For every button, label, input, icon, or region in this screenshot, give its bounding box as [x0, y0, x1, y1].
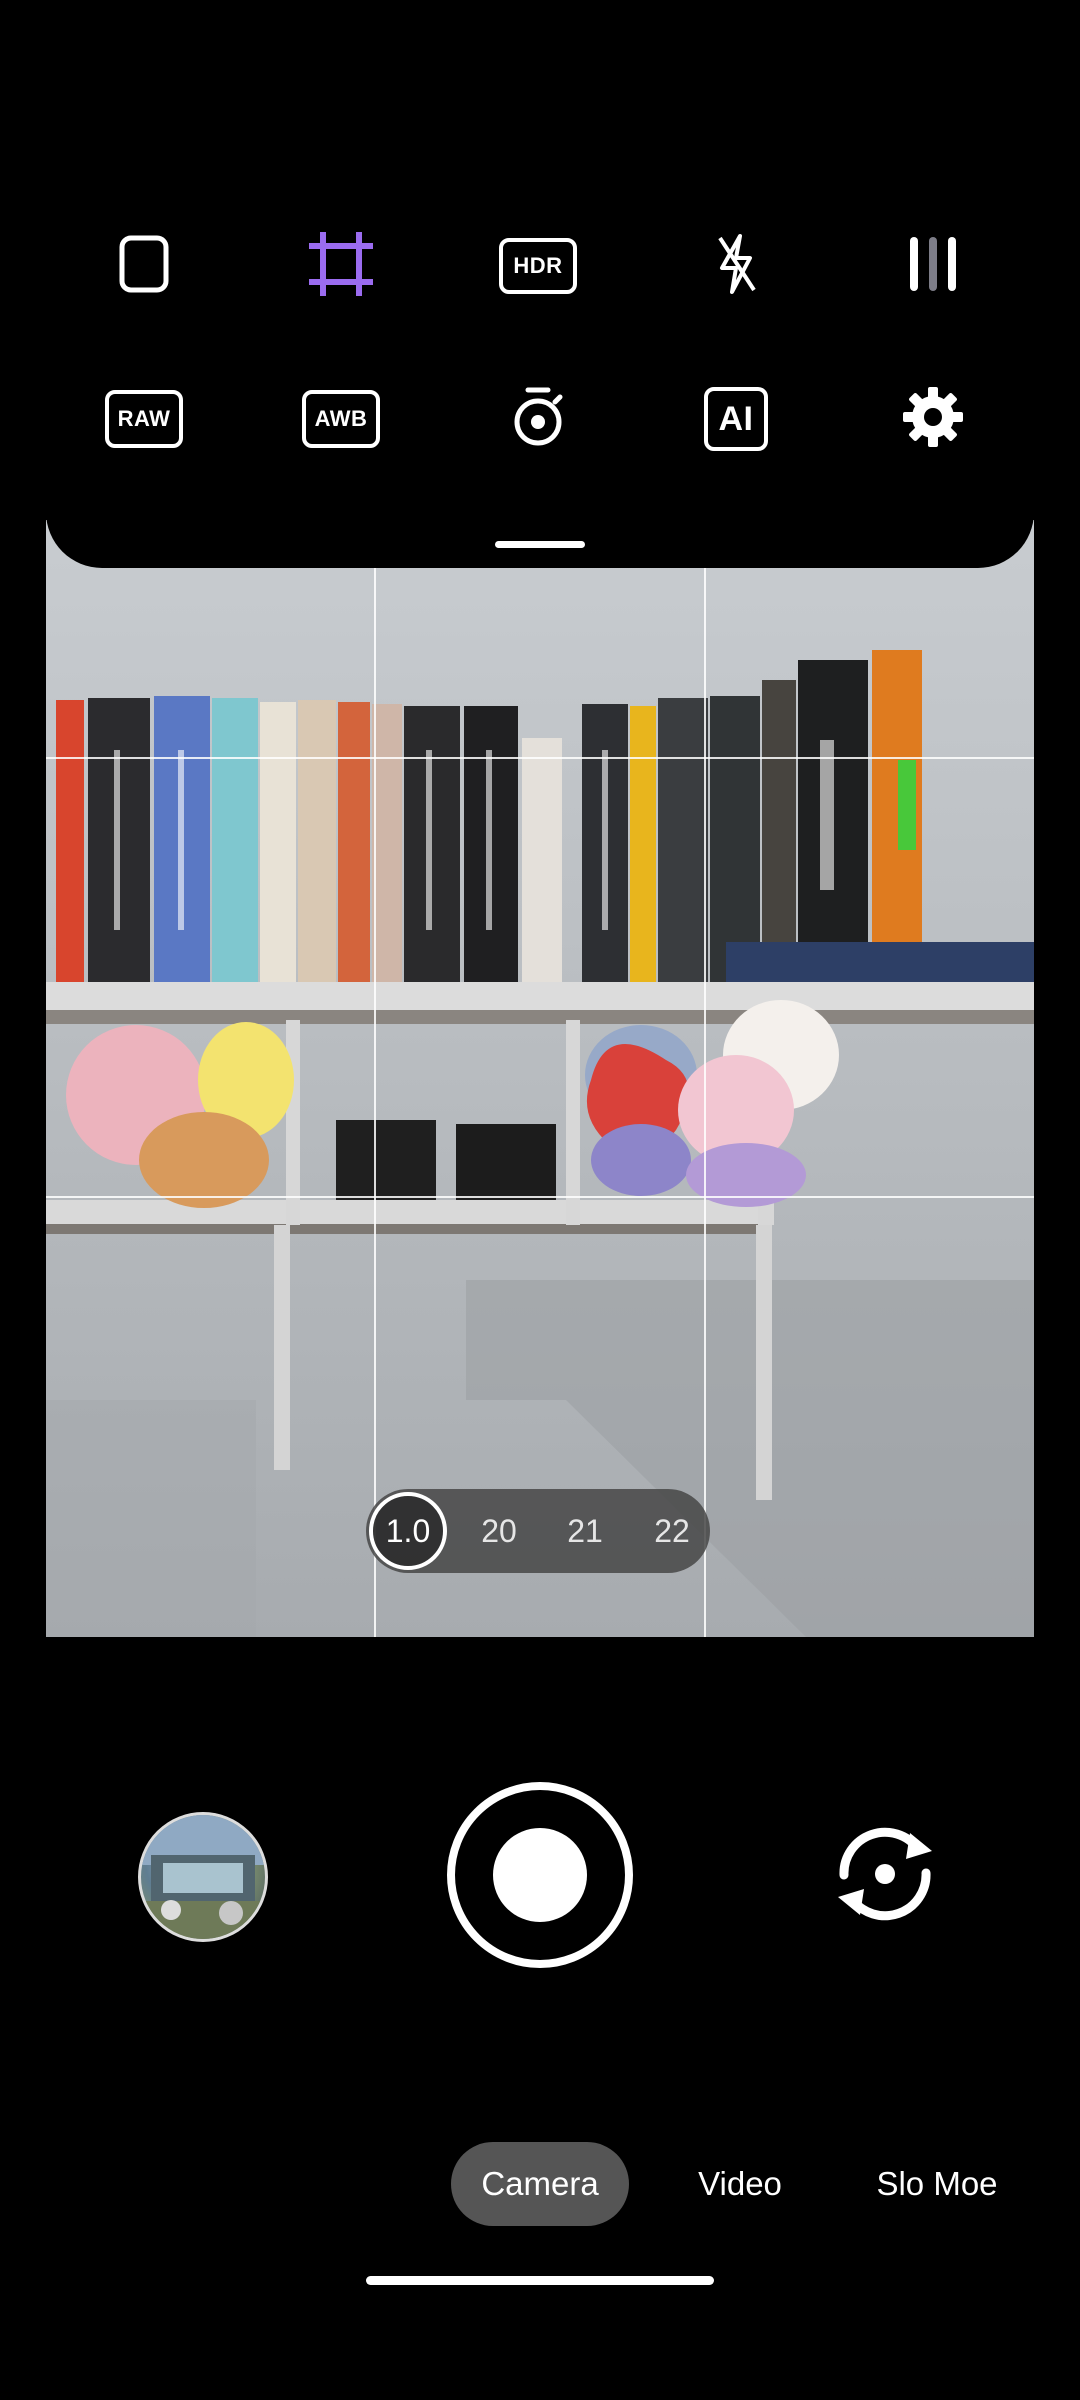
zoom-level-option[interactable]: 22	[637, 1489, 707, 1573]
mode-camera[interactable]: Camera	[451, 2142, 629, 2226]
crop-button[interactable]	[286, 211, 396, 321]
camera-viewfinder[interactable]: 1.0 20 21 22	[46, 520, 1034, 1637]
grid-line	[46, 757, 1034, 759]
grid-lines-icon	[908, 234, 958, 299]
home-indicator[interactable]	[366, 2276, 714, 2285]
raw-button[interactable]: RAW	[89, 364, 199, 474]
gallery-preview-image	[141, 1815, 265, 1939]
shutter-inner	[493, 1828, 587, 1922]
grid-line	[374, 520, 376, 1637]
hdr-button[interactable]: HDR	[483, 211, 593, 321]
zoom-level-active[interactable]: 1.0	[369, 1492, 447, 1570]
quick-settings-panel: HDR RAW AWB AI	[46, 0, 1034, 568]
awb-button[interactable]: AWB	[286, 364, 396, 474]
timer-icon	[510, 386, 566, 453]
zoom-level-option[interactable]: 21	[550, 1489, 620, 1573]
zoom-selector: 1.0 20 21 22	[366, 1489, 710, 1573]
timer-button[interactable]	[483, 364, 593, 474]
aspect-ratio-icon	[118, 234, 170, 299]
zoom-level-option[interactable]: 20	[464, 1489, 534, 1573]
shutter-button[interactable]	[447, 1782, 633, 1968]
flash-auto-icon	[712, 232, 760, 301]
gallery-thumbnail[interactable]	[138, 1812, 268, 1942]
ai-icon: AI	[704, 387, 768, 451]
panel-drag-handle[interactable]	[495, 541, 585, 548]
grid-line	[704, 520, 706, 1637]
grid-line	[46, 1196, 1034, 1198]
flash-button[interactable]	[681, 211, 791, 321]
switch-camera-button[interactable]	[826, 1815, 944, 1933]
bookshelf-scene	[46, 520, 1034, 1637]
grid-button[interactable]	[878, 211, 988, 321]
crop-frame-icon	[308, 230, 374, 301]
aspect-ratio-button[interactable]	[89, 211, 199, 321]
hdr-icon: HDR	[499, 238, 577, 294]
mode-video[interactable]: Video	[672, 2142, 808, 2226]
awb-icon: AWB	[302, 390, 380, 448]
mode-slo-moe[interactable]: Slo Moe	[862, 2142, 1012, 2226]
settings-gear-icon	[902, 386, 964, 453]
raw-icon: RAW	[105, 390, 183, 448]
ai-button[interactable]: AI	[681, 364, 791, 474]
switch-camera-icon	[826, 1827, 944, 1937]
settings-button[interactable]	[878, 364, 988, 474]
